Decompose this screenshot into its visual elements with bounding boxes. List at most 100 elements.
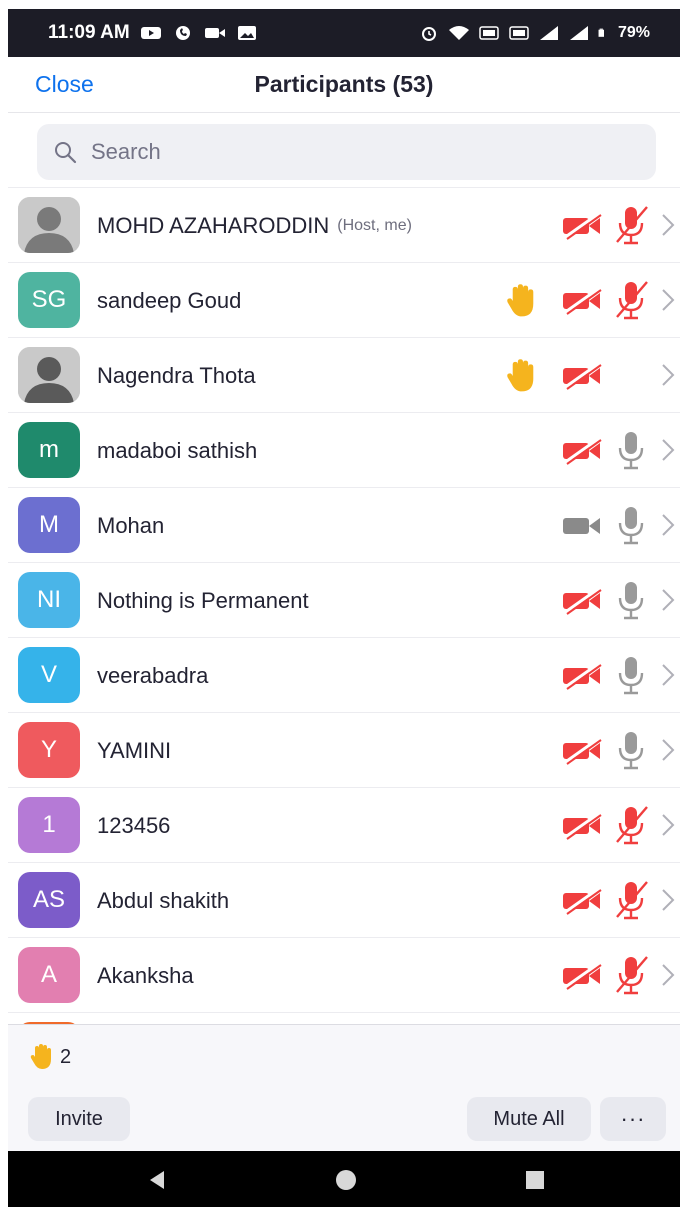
audio-status [613, 954, 651, 996]
avatar [18, 347, 80, 403]
video-status [561, 887, 603, 915]
participant-name-wrap: veerabadra [97, 638, 208, 713]
video-on-icon [563, 518, 600, 534]
chevron-right-icon[interactable] [661, 737, 675, 763]
audio-status [613, 429, 651, 471]
video-status [561, 362, 603, 390]
audio-status [613, 504, 651, 546]
mic-icon [618, 732, 644, 770]
participant-row[interactable]: Y YAMINI [8, 713, 680, 788]
page-title: Participants (53) [254, 71, 434, 97]
chevron-right-icon[interactable] [661, 512, 675, 538]
mic-muted-icon [616, 806, 648, 845]
video-app-icon [204, 28, 225, 38]
whatsapp-icon [175, 26, 190, 40]
participant-name-wrap: 123456 [97, 788, 170, 863]
participant-name-wrap: Nothing is Permanent [97, 563, 309, 638]
participant-row[interactable] [8, 1013, 680, 1024]
home-icon[interactable] [335, 1169, 357, 1191]
participant-name: madaboi sathish [97, 437, 258, 463]
participant-name-wrap: sandeep Goud [97, 263, 241, 338]
status-bar: 11:09 AM 79% [8, 9, 680, 57]
participant-name-wrap: Nagendra Thota [97, 338, 256, 413]
gallery-icon [237, 26, 256, 40]
chevron-right-icon[interactable] [661, 437, 675, 463]
more-options-button[interactable]: ··· [600, 1097, 666, 1141]
participant-name: sandeep Goud [97, 287, 242, 313]
video-status [561, 812, 603, 840]
participant-name: 123456 [97, 812, 171, 838]
video-off-icon [563, 437, 602, 465]
avatar-initials: m [39, 436, 59, 463]
search-icon [55, 142, 77, 164]
participant-row[interactable]: 1 123456 [8, 788, 680, 863]
participant-list: MOHD AZAHARODDIN (Host, me) SG sandeep Goud… [8, 187, 680, 1024]
video-status [561, 737, 603, 765]
video-off-icon [563, 737, 602, 765]
video-off-icon [563, 587, 602, 615]
video-off-icon [563, 812, 602, 840]
chevron-right-icon[interactable] [661, 212, 675, 238]
video-status [561, 212, 603, 240]
participant-name: Akanksha [97, 962, 194, 988]
chevron-right-icon[interactable] [661, 362, 675, 388]
video-off-icon [563, 287, 602, 315]
chevron-right-icon[interactable] [661, 587, 675, 613]
video-off-icon [563, 962, 602, 990]
avatar-initials: A [40, 961, 57, 988]
video-status [561, 437, 603, 465]
participant-row[interactable]: SG sandeep Goud [8, 263, 680, 338]
chevron-right-icon[interactable] [661, 662, 675, 688]
invite-button[interactable]: Invite [28, 1097, 130, 1141]
chevron-right-icon[interactable] [661, 287, 675, 313]
video-status [561, 512, 603, 540]
chevron-right-icon[interactable] [661, 962, 675, 988]
participant-row[interactable]: m madaboi sathish [8, 413, 680, 488]
mic-icon [618, 432, 644, 470]
raised-hand [506, 358, 546, 394]
wifi-icon [448, 26, 469, 40]
participant-name-wrap: Akanksha [97, 938, 194, 1013]
raised-hand-icon [507, 359, 534, 392]
avatar: V [18, 647, 80, 703]
participant-row[interactable]: MOHD AZAHARODDIN (Host, me) [8, 188, 680, 263]
avatar: AS [18, 872, 80, 928]
avatar: NI [18, 572, 80, 628]
mic-icon [618, 657, 644, 695]
avatar: m [18, 422, 80, 478]
audio-status [613, 879, 651, 921]
avatar-initials: V [40, 661, 57, 688]
audio-status [613, 654, 651, 696]
avatar-initials: AS [32, 886, 65, 913]
video-off-icon [563, 362, 602, 390]
recents-icon[interactable] [524, 1169, 546, 1191]
participant-row[interactable]: Nagendra Thota [8, 338, 680, 413]
mic-muted-icon [616, 206, 648, 245]
youtube-icon [140, 27, 161, 39]
search-input[interactable] [91, 139, 591, 165]
chevron-right-icon[interactable] [661, 812, 675, 838]
video-off-icon [563, 212, 602, 240]
participant-row[interactable]: NI Nothing is Permanent [8, 563, 680, 638]
participant-name-wrap: Mohan [97, 488, 164, 563]
participant-row[interactable]: AS Abdul shakith [8, 863, 680, 938]
mic-icon [618, 582, 644, 620]
mic-icon [618, 507, 644, 545]
participant-name: veerabadra [97, 662, 209, 688]
chevron-right-icon[interactable] [661, 887, 675, 913]
participant-row[interactable]: A Akanksha [8, 938, 680, 1013]
back-icon[interactable] [146, 1169, 168, 1191]
participant-name-wrap: MOHD AZAHARODDIN (Host, me) [97, 188, 412, 263]
search-bar[interactable] [37, 124, 656, 180]
avatar-initials: SG [31, 286, 67, 313]
participant-row[interactable]: M Mohan [8, 488, 680, 563]
audio-status [613, 204, 651, 246]
avatar: SG [18, 272, 80, 328]
battery-icon [598, 28, 604, 37]
participant-row[interactable]: Vveerabadra [8, 638, 680, 713]
participant-role-tag: (Host, me) [337, 216, 412, 234]
video-off-icon [563, 887, 602, 915]
participant-name: YAMINI [97, 737, 172, 763]
mute-all-button[interactable]: Mute All [467, 1097, 591, 1141]
video-status [561, 962, 603, 990]
